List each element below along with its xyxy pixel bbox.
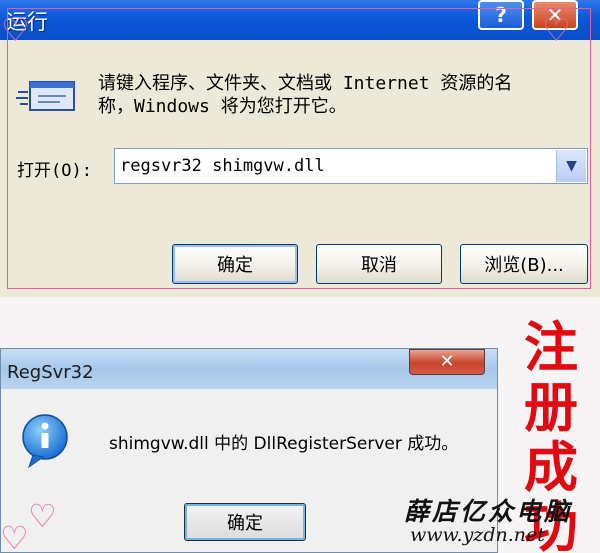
watermark-name: 薛店亿众电脑: [404, 497, 573, 526]
run-ok-button[interactable]: 确定: [172, 244, 298, 284]
open-combobox[interactable]: ▼: [114, 148, 588, 184]
regsvr32-close-button[interactable]: ✕: [409, 349, 485, 375]
heart-icon: ♡: [0, 519, 29, 553]
heart-icon: ♡: [542, 11, 571, 49]
chevron-down-icon[interactable]: ▼: [556, 150, 586, 182]
help-button[interactable]: ?: [478, 0, 524, 30]
close-icon: ✕: [439, 351, 455, 372]
run-description-line1: 请键入程序、文件夹、文档或 Internet 资源的名: [98, 73, 513, 94]
regsvr32-title: RegSvr32: [7, 362, 94, 383]
run-dialog: 运行 ? ✕ 请键入程序、文件夹、文档或 Internet 资源的名 称，Win…: [0, 0, 600, 297]
info-icon: [22, 414, 68, 469]
regsvr32-titlebar[interactable]: RegSvr32 ✕: [1, 349, 497, 389]
run-browse-button[interactable]: 浏览(B)...: [460, 244, 588, 284]
run-titlebar[interactable]: 运行 ? ✕: [0, 0, 600, 40]
run-cancel-button[interactable]: 取消: [316, 244, 442, 284]
heart-icon: ♡: [28, 497, 57, 535]
open-input[interactable]: [117, 150, 557, 182]
run-description: 请键入程序、文件夹、文档或 Internet 资源的名 称，Windows 将为…: [98, 72, 588, 118]
open-label: 打开(O):: [17, 161, 92, 181]
run-icon: [16, 81, 75, 111]
regsvr32-message: shimgvw.dll 中的 DllRegisterServer 成功。: [109, 434, 459, 454]
question-icon: ?: [495, 3, 507, 27]
run-description-line2: 称，Windows 将为您打开它。: [98, 96, 347, 117]
heart-icon: ♡: [1, 11, 30, 49]
watermark-url: www.yzdn.net: [410, 524, 545, 546]
regsvr32-ok-button[interactable]: 确定: [184, 503, 306, 541]
